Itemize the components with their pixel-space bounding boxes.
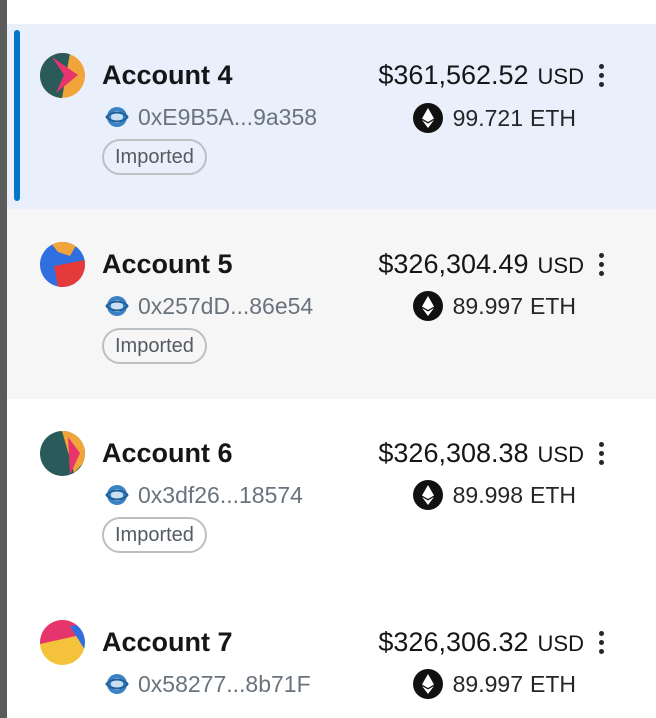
fiat-value: $361,562.52 xyxy=(378,60,529,90)
address-row: 0x257dD...86e54 xyxy=(102,291,313,321)
avatar xyxy=(40,242,85,287)
account-menu-button[interactable] xyxy=(591,627,611,657)
avatar xyxy=(40,620,85,665)
eth-value: 99.721 xyxy=(452,104,523,131)
network-globe-icon xyxy=(102,480,132,510)
token-balance: 89.997 ETH xyxy=(412,290,576,322)
token-balance: 99.721 ETH xyxy=(412,102,576,134)
eth-currency: ETH xyxy=(530,670,576,697)
account-address: 0xE9B5A...9a358 xyxy=(138,103,318,130)
eth-icon xyxy=(412,291,443,321)
imported-tag: Imported xyxy=(102,517,207,553)
account-address: 0x3df26...18574 xyxy=(138,481,303,508)
account-name: Account 7 xyxy=(102,627,233,657)
eth-value: 89.997 xyxy=(452,292,523,319)
account-name: Account 6 xyxy=(102,438,233,468)
network-globe-icon xyxy=(102,669,132,699)
fiat-balance: $326,306.32 USD xyxy=(378,627,584,658)
selected-indicator xyxy=(14,30,20,201)
token-balance: 89.997 ETH xyxy=(412,668,576,700)
address-row: 0x58277...8b71F xyxy=(102,669,311,699)
eth-value: 89.998 xyxy=(452,481,523,508)
fiat-value: $326,308.38 xyxy=(378,438,529,468)
eth-icon xyxy=(412,669,443,699)
imported-tag: Imported xyxy=(102,139,207,175)
account-name: Account 4 xyxy=(102,60,233,90)
eth-currency: ETH xyxy=(530,481,576,508)
eth-icon xyxy=(412,480,443,510)
account-item[interactable]: Account 4 0xE9B5A...9a358 Imported $361,… xyxy=(7,24,656,214)
account-menu-button[interactable] xyxy=(591,60,611,90)
eth-icon xyxy=(412,103,443,133)
network-globe-icon xyxy=(102,291,132,321)
eth-currency: ETH xyxy=(530,292,576,319)
eth-value: 89.997 xyxy=(452,670,523,697)
fiat-currency: USD xyxy=(537,442,584,467)
kebab-menu-icon xyxy=(598,441,604,447)
address-row: 0x3df26...18574 xyxy=(102,480,303,510)
avatar xyxy=(40,53,85,98)
fiat-balance: $361,562.52 USD xyxy=(378,60,584,91)
network-globe-icon xyxy=(102,102,132,132)
account-item[interactable]: Account 6 0x3df26...18574 Imported $326,… xyxy=(7,398,656,588)
fiat-balance: $326,304.49 USD xyxy=(378,249,584,280)
window-edge xyxy=(0,0,7,718)
imported-tag: Imported xyxy=(102,328,207,364)
account-menu-button[interactable] xyxy=(591,438,611,468)
fiat-currency: USD xyxy=(537,631,584,656)
avatar xyxy=(40,431,85,476)
account-list: Account 4 0xE9B5A...9a358 Imported $361,… xyxy=(7,0,656,718)
kebab-menu-icon xyxy=(598,630,604,636)
account-address: 0x257dD...86e54 xyxy=(138,292,314,319)
account-menu-button[interactable] xyxy=(591,249,611,279)
address-row: 0xE9B5A...9a358 xyxy=(102,102,317,132)
fiat-value: $326,306.32 xyxy=(378,627,529,657)
fiat-balance: $326,308.38 USD xyxy=(378,438,584,469)
kebab-menu-icon xyxy=(598,252,604,258)
fiat-currency: USD xyxy=(537,64,584,89)
token-balance: 89.998 ETH xyxy=(412,479,576,511)
account-address: 0x58277...8b71F xyxy=(138,670,311,697)
kebab-menu-icon xyxy=(598,63,604,69)
fiat-value: $326,304.49 xyxy=(378,249,529,279)
account-item[interactable]: Account 5 0x257dD...86e54 Imported $326,… xyxy=(7,209,656,399)
eth-currency: ETH xyxy=(530,104,576,131)
account-name: Account 5 xyxy=(102,249,233,279)
fiat-currency: USD xyxy=(537,253,584,278)
account-item[interactable]: Account 7 0x58277...8b71F $326,306.32 US… xyxy=(7,587,656,718)
